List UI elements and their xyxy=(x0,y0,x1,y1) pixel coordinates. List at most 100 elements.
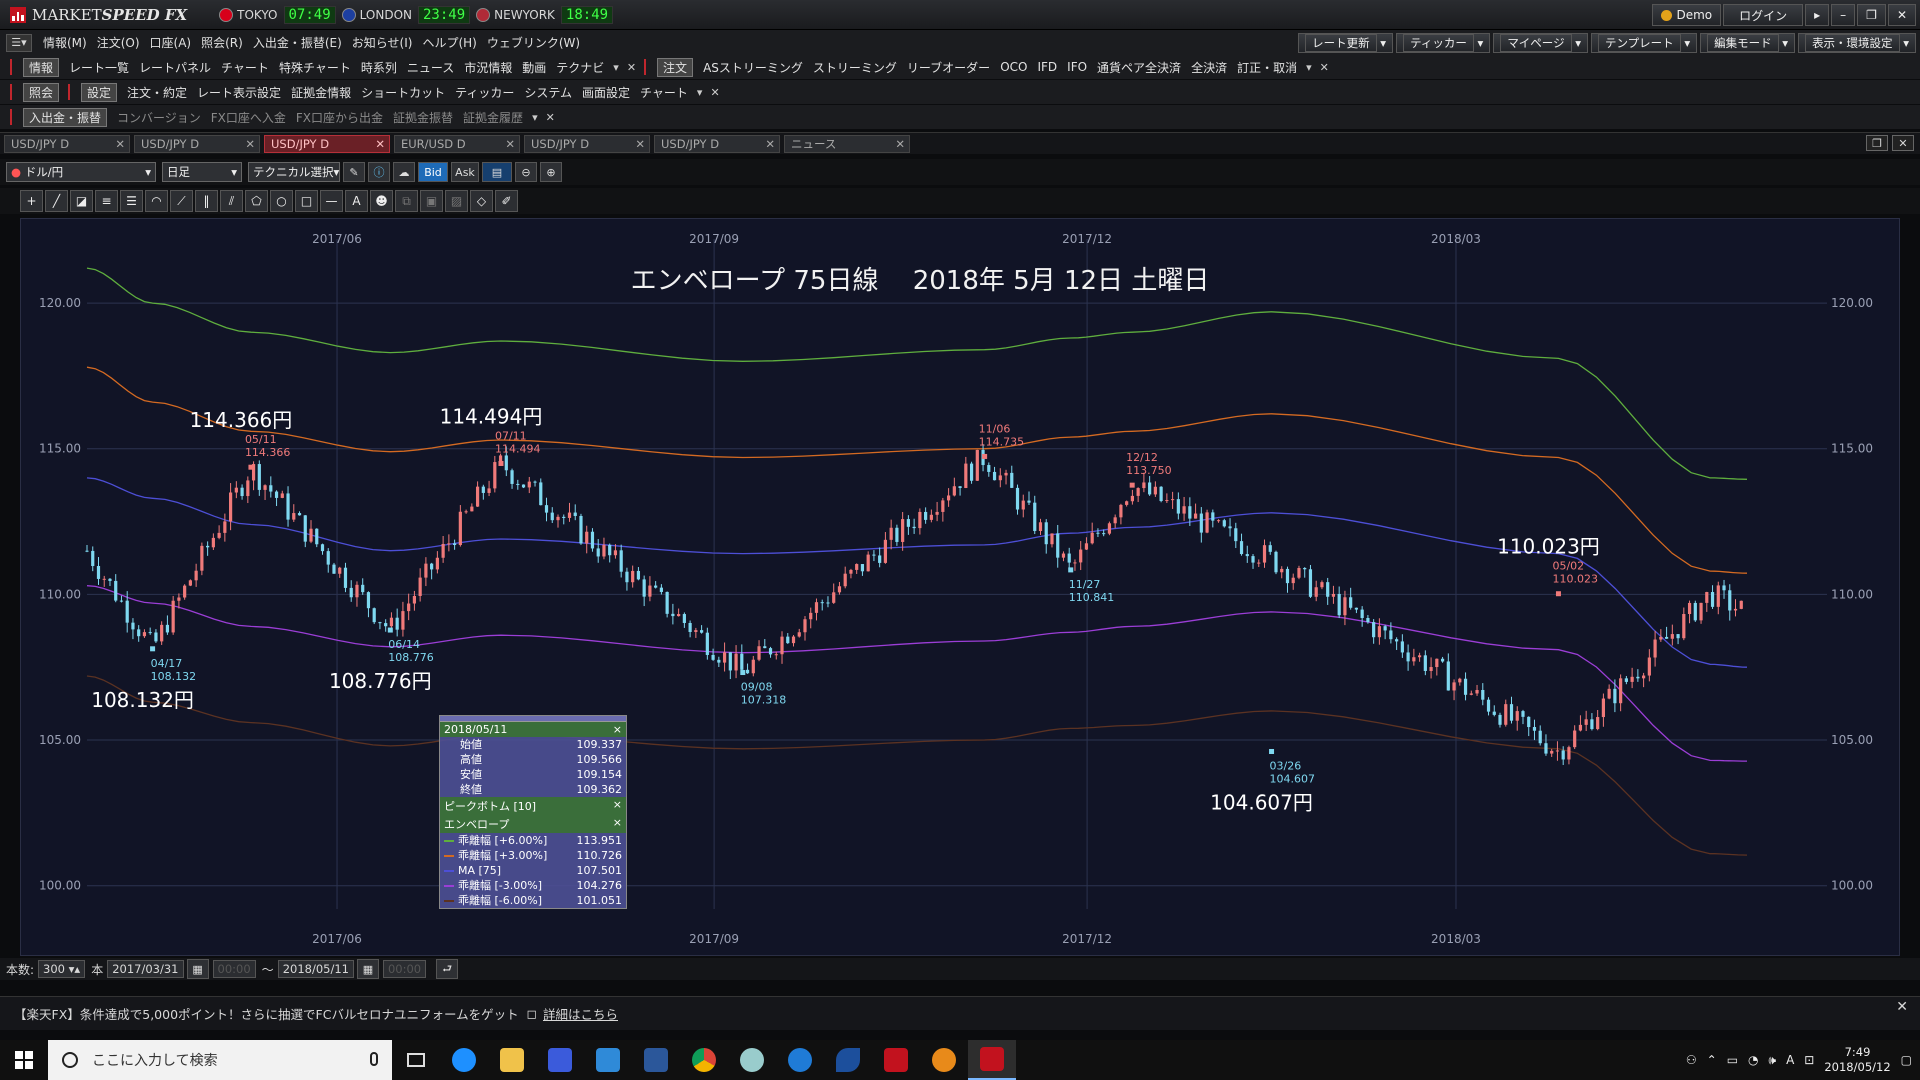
toolbar-item[interactable]: 特殊チャート xyxy=(279,59,351,76)
chart-area[interactable]: 120.00 120.00 115.00 115.00 110.00 110.00 105.… xyxy=(20,218,1900,956)
toolbar-item[interactable]: 訂正・取消 xyxy=(1237,59,1297,76)
eraser-icon[interactable]: ◪ xyxy=(70,190,93,212)
arc-icon[interactable]: ◠ xyxy=(145,190,168,212)
close-tab-icon[interactable]: ✕ xyxy=(505,137,515,151)
network-icon[interactable]: ◔ xyxy=(1748,1053,1758,1067)
people-icon[interactable]: ⚇ xyxy=(1686,1053,1697,1067)
toolbar-item[interactable]: 動画 xyxy=(522,59,546,76)
copy-icon[interactable]: ⧉ xyxy=(395,190,418,212)
currency-pair-select[interactable]: ● ドル/円 ▾ xyxy=(6,162,156,182)
polygon-icon[interactable]: ⬠ xyxy=(245,190,268,212)
close-icon[interactable]: × xyxy=(613,798,622,814)
start-button[interactable] xyxy=(0,1040,48,1080)
close-tab-icon[interactable]: ✕ xyxy=(245,137,255,151)
toolbar-item[interactable]: システム xyxy=(524,84,572,101)
mic-icon[interactable] xyxy=(370,1052,378,1066)
calendar-icon[interactable]: ▦ xyxy=(186,959,209,979)
toolbar-item[interactable]: 全決済 xyxy=(1191,59,1227,76)
zoom-in-icon[interactable]: ⊕ xyxy=(540,162,562,182)
toolbar-item[interactable]: IFO xyxy=(1067,60,1087,74)
toolbar-item[interactable]: 注文・約定 xyxy=(127,84,187,101)
crosshair-icon[interactable]: + xyxy=(20,190,43,212)
count-input[interactable]: 300 ▾▴ xyxy=(38,960,86,978)
zoom-out-icon[interactable]: ⊖ xyxy=(515,162,537,182)
menu-item[interactable]: 注文(O) xyxy=(97,34,140,51)
menu-item[interactable]: ウェブリンク(W) xyxy=(487,34,580,51)
fan-icon[interactable]: ⟋ xyxy=(170,190,193,212)
menu-item[interactable]: お知らせ(I) xyxy=(352,34,413,51)
toolbar-item[interactable]: OCO xyxy=(1000,60,1027,74)
toolbar-group-label[interactable]: 照会 xyxy=(23,82,60,102)
chrome-icon[interactable] xyxy=(680,1040,728,1080)
channel-icon[interactable]: ☰ xyxy=(120,190,143,212)
menu-item[interactable]: 情報(M) xyxy=(43,34,87,51)
toolbar-item[interactable]: ニュース xyxy=(407,59,454,76)
toolbar-item[interactable]: コンバージョン xyxy=(117,109,201,126)
calculator-icon[interactable] xyxy=(536,1040,584,1080)
menu-right-item[interactable]: テンプレート ▾ xyxy=(1591,33,1698,53)
minimize-button[interactable]: – xyxy=(1831,4,1856,26)
chart-tab[interactable]: USD/JPY D ✕ xyxy=(654,134,780,153)
toolbar-item[interactable]: ショートカット xyxy=(361,84,445,101)
reload-icon[interactable]: ⮐ xyxy=(436,959,459,979)
close-icon[interactable]: ✕ xyxy=(627,61,636,74)
hline-icon[interactable]: ≡ xyxy=(95,190,118,212)
menu-right-item[interactable]: レート更新 ▾ xyxy=(1298,33,1394,53)
tray-chevron-icon[interactable]: ⌃ xyxy=(1707,1053,1717,1067)
toolbar-item[interactable]: 証拠金振替 xyxy=(393,109,453,126)
toolbar-group-label[interactable]: 情報 xyxy=(23,57,60,77)
trendline-icon[interactable]: ╱ xyxy=(45,190,68,212)
close-icon[interactable]: ✕ xyxy=(546,111,555,124)
cycle-lines-icon[interactable]: ‖ xyxy=(195,190,218,212)
explorer-icon[interactable] xyxy=(488,1040,536,1080)
toolbar-item[interactable]: 通貨ペア全決済 xyxy=(1097,59,1181,76)
toolbar-group-label[interactable]: 設定 xyxy=(81,82,118,102)
dropdown-arrow-icon[interactable]: ▾ xyxy=(1306,61,1312,74)
ime-mode-icon[interactable]: ⊡ xyxy=(1804,1053,1814,1067)
close-icon[interactable]: × xyxy=(613,723,622,736)
task-view-icon[interactable] xyxy=(392,1040,440,1080)
close-tab-icon[interactable]: ✕ xyxy=(115,137,125,151)
menu-item[interactable]: ヘルプ(H) xyxy=(422,34,476,51)
toolbar-item[interactable]: レート一覧 xyxy=(69,59,129,76)
to-time-input[interactable]: 00:00 xyxy=(382,960,427,978)
menu-right-item[interactable]: マイページ ▾ xyxy=(1493,33,1589,53)
clear-icon[interactable]: ◇ xyxy=(470,190,493,212)
toolbar-item[interactable]: レート表示設定 xyxy=(197,84,281,101)
pitchfork-icon[interactable]: ⫽ xyxy=(220,190,243,212)
bid-toggle[interactable]: Bid xyxy=(418,162,448,182)
text-icon[interactable]: A xyxy=(345,190,368,212)
toolbar-item[interactable]: 市況情報 xyxy=(464,59,512,76)
battery-icon[interactable]: ▭ xyxy=(1727,1053,1738,1067)
ask-toggle[interactable]: Ask xyxy=(451,162,479,182)
feather-icon[interactable] xyxy=(824,1040,872,1080)
rectangle-icon[interactable]: □ xyxy=(295,190,318,212)
menu-item[interactable]: 照会(R) xyxy=(201,34,243,51)
menu-item[interactable]: 口座(A) xyxy=(150,34,192,51)
main-menu-button[interactable]: ☰▾ xyxy=(6,33,32,52)
toolbar-item[interactable]: ストリーミング xyxy=(813,59,897,76)
data-info-panel[interactable]: 2018/05/11 × 始値 109.337 高値 109.566 安値 109.154 終値… xyxy=(439,715,627,909)
delete-icon[interactable]: ▨ xyxy=(445,190,468,212)
close-news-icon[interactable]: ✕ xyxy=(1896,999,1908,1015)
from-time-input[interactable]: 00:00 xyxy=(212,960,256,978)
menu-right-item[interactable]: ティッカー ▾ xyxy=(1396,33,1491,53)
close-panel-button[interactable]: ✕ xyxy=(1892,135,1914,151)
to-date-input[interactable]: 2018/05/11 xyxy=(277,960,354,978)
toolbar-item[interactable]: チャート xyxy=(221,59,269,76)
line-icon[interactable]: — xyxy=(320,190,343,212)
chart-tab[interactable]: EUR/USD D ✕ xyxy=(394,134,520,153)
word-icon[interactable] xyxy=(632,1040,680,1080)
paint-icon[interactable] xyxy=(728,1040,776,1080)
toolbar-group-label[interactable]: 入出金・振替 xyxy=(23,107,108,127)
chart-style-icon[interactable]: ☁ xyxy=(393,162,415,182)
titlebar-arrow-button[interactable]: ▸ xyxy=(1805,4,1830,26)
close-icon[interactable]: ✕ xyxy=(710,86,719,99)
close-tab-icon[interactable]: ✕ xyxy=(895,137,905,151)
pen-icon[interactable]: ✎ xyxy=(343,162,365,182)
maximize-button[interactable]: ❐ xyxy=(1857,4,1886,26)
rakuten-icon[interactable] xyxy=(920,1040,968,1080)
taskbar-clock[interactable]: 7:49 2018/05/12 xyxy=(1824,1045,1890,1075)
edge-icon[interactable] xyxy=(776,1040,824,1080)
icon-stamp-icon[interactable]: ☻ xyxy=(370,190,393,212)
